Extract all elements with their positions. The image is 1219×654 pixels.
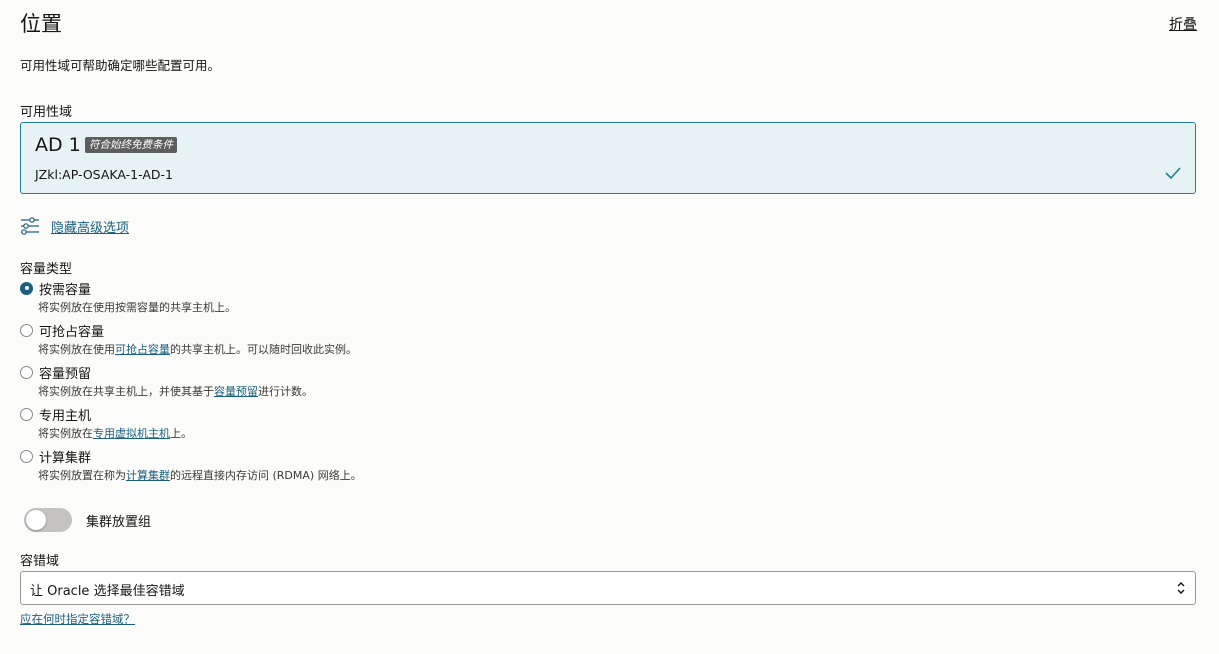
- cluster-placement-label: 集群放置组: [86, 514, 152, 530]
- capacity-option-reservation: 容量预留 将实例放在共享主机上，并使其基于容量预留进行计数。: [20, 363, 720, 403]
- radio-button[interactable]: [20, 365, 33, 379]
- capacity-option-row[interactable]: 可抢占容量: [20, 321, 720, 340]
- capacity-option-label: 按需容量: [39, 282, 92, 298]
- fault-domain-label: 容错域: [20, 554, 60, 569]
- capacity-option-description: 将实例放置在称为计算集群的远程直接内存访问 (RDMA) 网络上。: [38, 467, 720, 483]
- radio-button[interactable]: [20, 407, 33, 421]
- section-title: 位置: [20, 12, 62, 36]
- capacity-option-row[interactable]: 按需容量: [20, 279, 720, 298]
- ad-name: AD 1: [35, 134, 81, 156]
- cluster-placement-switch[interactable]: [24, 508, 72, 532]
- compute-cluster-link[interactable]: 计算集群: [126, 469, 170, 482]
- capacity-type-label: 容量类型: [20, 262, 73, 277]
- capacity-option-row[interactable]: 专用主机: [20, 405, 720, 424]
- description-text: 将实例放在使用按需容量的共享主机上。: [38, 301, 236, 314]
- availability-domain-card-ad1[interactable]: AD 1 符合始终免费条件 JZkl:AP-OSAKA-1-AD-1: [20, 122, 1196, 194]
- capacity-option-label: 专用主机: [39, 408, 92, 424]
- collapse-link[interactable]: 折叠: [1169, 14, 1197, 34]
- availability-domain-label: 可用性域: [20, 105, 73, 120]
- capacity-option-description: 将实例放在共享主机上，并使其基于容量预留进行计数。: [38, 383, 720, 399]
- description-text: 的共享主机上。可以随时回收此实例。: [170, 343, 357, 356]
- capacity-option-dedicated-host: 专用主机 将实例放在专用虚拟机主机上。: [20, 405, 720, 445]
- description-text: 上。: [170, 427, 192, 440]
- description-text: 的远程直接内存访问 (RDMA) 网络上。: [170, 469, 362, 482]
- preemptible-capacity-link[interactable]: 可抢占容量: [115, 343, 170, 356]
- description-text: 进行计数。: [258, 385, 313, 398]
- radio-button[interactable]: [20, 323, 33, 337]
- fault-domain-value: 让 Oracle 选择最佳容错域: [30, 584, 185, 599]
- capacity-option-label: 可抢占容量: [39, 324, 105, 340]
- capacity-option-row[interactable]: 计算集群: [20, 447, 720, 466]
- sliders-icon: [21, 217, 39, 235]
- radio-button[interactable]: [20, 449, 33, 463]
- capacity-option-compute-cluster: 计算集群 将实例放置在称为计算集群的远程直接内存访问 (RDMA) 网络上。: [20, 447, 720, 487]
- description-text: 将实例放在共享主机上，并使其基于: [38, 385, 214, 398]
- capacity-option-description: 将实例放在使用可抢占容量的共享主机上。可以随时回收此实例。: [38, 341, 720, 357]
- ad-full-name: JZkl:AP-OSAKA-1-AD-1: [35, 167, 173, 182]
- section-description: 可用性域可帮助确定哪些配置可用。: [20, 58, 221, 73]
- capacity-option-preemptible: 可抢占容量 将实例放在使用可抢占容量的共享主机上。可以随时回收此实例。: [20, 321, 720, 361]
- capacity-option-on-demand: 按需容量 将实例放在使用按需容量的共享主机上。: [20, 279, 720, 319]
- capacity-option-row[interactable]: 容量预留: [20, 363, 720, 382]
- advanced-options-label: 隐藏高级选项: [51, 220, 130, 236]
- switch-knob: [26, 510, 46, 530]
- dedicated-vm-host-link[interactable]: 专用虚拟机主机: [93, 427, 170, 440]
- capacity-option-description: 将实例放在使用按需容量的共享主机上。: [38, 299, 720, 315]
- capacity-option-label: 容量预留: [39, 366, 92, 382]
- capacity-option-label: 计算集群: [39, 450, 92, 466]
- description-text: 将实例放在: [38, 427, 93, 440]
- description-text: 将实例放置在称为: [38, 469, 126, 482]
- cluster-placement-group-row: 集群放置组: [24, 508, 151, 532]
- description-text: 将实例放在使用: [38, 343, 115, 356]
- always-free-badge: 符合始终免费条件: [85, 137, 177, 153]
- select-arrows-icon: [1177, 582, 1185, 594]
- advanced-options-toggle[interactable]: 隐藏高级选项: [20, 216, 129, 236]
- fault-domain-select[interactable]: 让 Oracle 选择最佳容错域: [20, 571, 1196, 605]
- placement-section: 位置 折叠 可用性域可帮助确定哪些配置可用。 可用性域 AD 1 符合始终免费条…: [0, 0, 1219, 654]
- checkmark-icon: [1165, 167, 1181, 180]
- fault-domain-help-link[interactable]: 应在何时指定容错域？: [20, 611, 135, 627]
- capacity-reservation-link[interactable]: 容量预留: [214, 385, 258, 398]
- capacity-option-description: 将实例放在专用虚拟机主机上。: [38, 425, 720, 441]
- radio-button[interactable]: [20, 281, 33, 295]
